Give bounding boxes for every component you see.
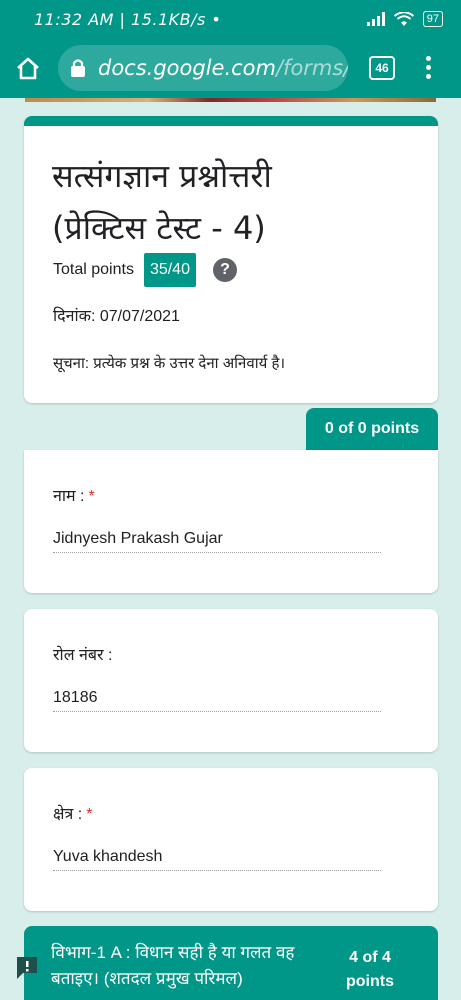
question-label: नाम : * [53,484,95,506]
section-points: 4 of 4 points [346,949,394,990]
title-line-1: सत्संगज्ञान प्रश्नोत्तरी [52,157,272,195]
url-text: docs.google.com/forms/d [98,56,348,80]
section-title: विभाग-1 A : विधान सही है या गलत वह बताइए… [51,943,295,988]
wifi-icon [393,11,414,26]
tab-switcher-button[interactable]: 46 [369,56,395,80]
status-bar: 11:32 AM | 15.1KB/s • 97 [0,0,461,40]
question-label: रोल नंबर : [53,643,116,665]
section-points-tab: 0 of 0 points [306,408,438,450]
score-badge: 35/40 [143,253,196,287]
form-notice: सूचना: प्रत्येक प्रश्न के उत्तर देना अनि… [53,355,286,372]
answer-field[interactable]: 18186 [53,689,381,712]
url-host: docs.google.com [98,56,276,80]
header-image-strip [25,98,436,102]
points-label: Total points [53,261,134,278]
status-text: 11:32 AM | 15.1KB/s • [34,10,222,29]
question-card: नाम : * Jidnyesh Prakash Gujar [24,450,438,593]
question-text: नाम : [53,488,85,505]
required-marker: * [86,806,93,823]
question-text: रोल नंबर : [53,647,113,664]
question-card: क्षेत्र : * Yuva khandesh [24,768,438,911]
question-card: रोल नंबर : 18186 [24,609,438,752]
total-points-row: Total points 35/40 ? [53,253,237,287]
section-header: विभाग-1 A : विधान सही है या गलत वह बताइए… [24,926,438,1000]
address-bar[interactable]: docs.google.com/forms/d [58,45,348,91]
signal-icon [366,12,385,26]
answer-field[interactable]: Jidnyesh Prakash Gujar [53,530,381,553]
battery-indicator: 97 [422,11,443,27]
home-icon[interactable] [14,54,42,82]
answer-field[interactable]: Yuva khandesh [53,848,381,871]
question-text: क्षेत्र : [53,806,83,823]
question-label: क्षेत्र : * [53,802,92,824]
url-path: /forms/d [275,56,348,80]
status-icons: 97 [366,11,443,27]
help-icon[interactable]: ? [212,258,237,282]
browser-toolbar: docs.google.com/forms/d 46 [0,40,461,98]
feedback-icon[interactable] [14,954,40,980]
form-title: सत्संगज्ञान प्रश्नोत्तरी (प्रेक्टिस टेस्… [52,150,272,254]
title-line-2: (प्रेक्टिस टेस्ट - 4) [52,209,266,247]
required-marker: * [88,488,95,505]
lock-icon [71,59,85,77]
form-date: दिनांक: 07/07/2021 [53,308,180,325]
menu-icon[interactable] [416,56,440,82]
form-title-card: सत्संगज्ञान प्रश्नोत्तरी (प्रेक्टिस टेस्… [24,116,438,403]
